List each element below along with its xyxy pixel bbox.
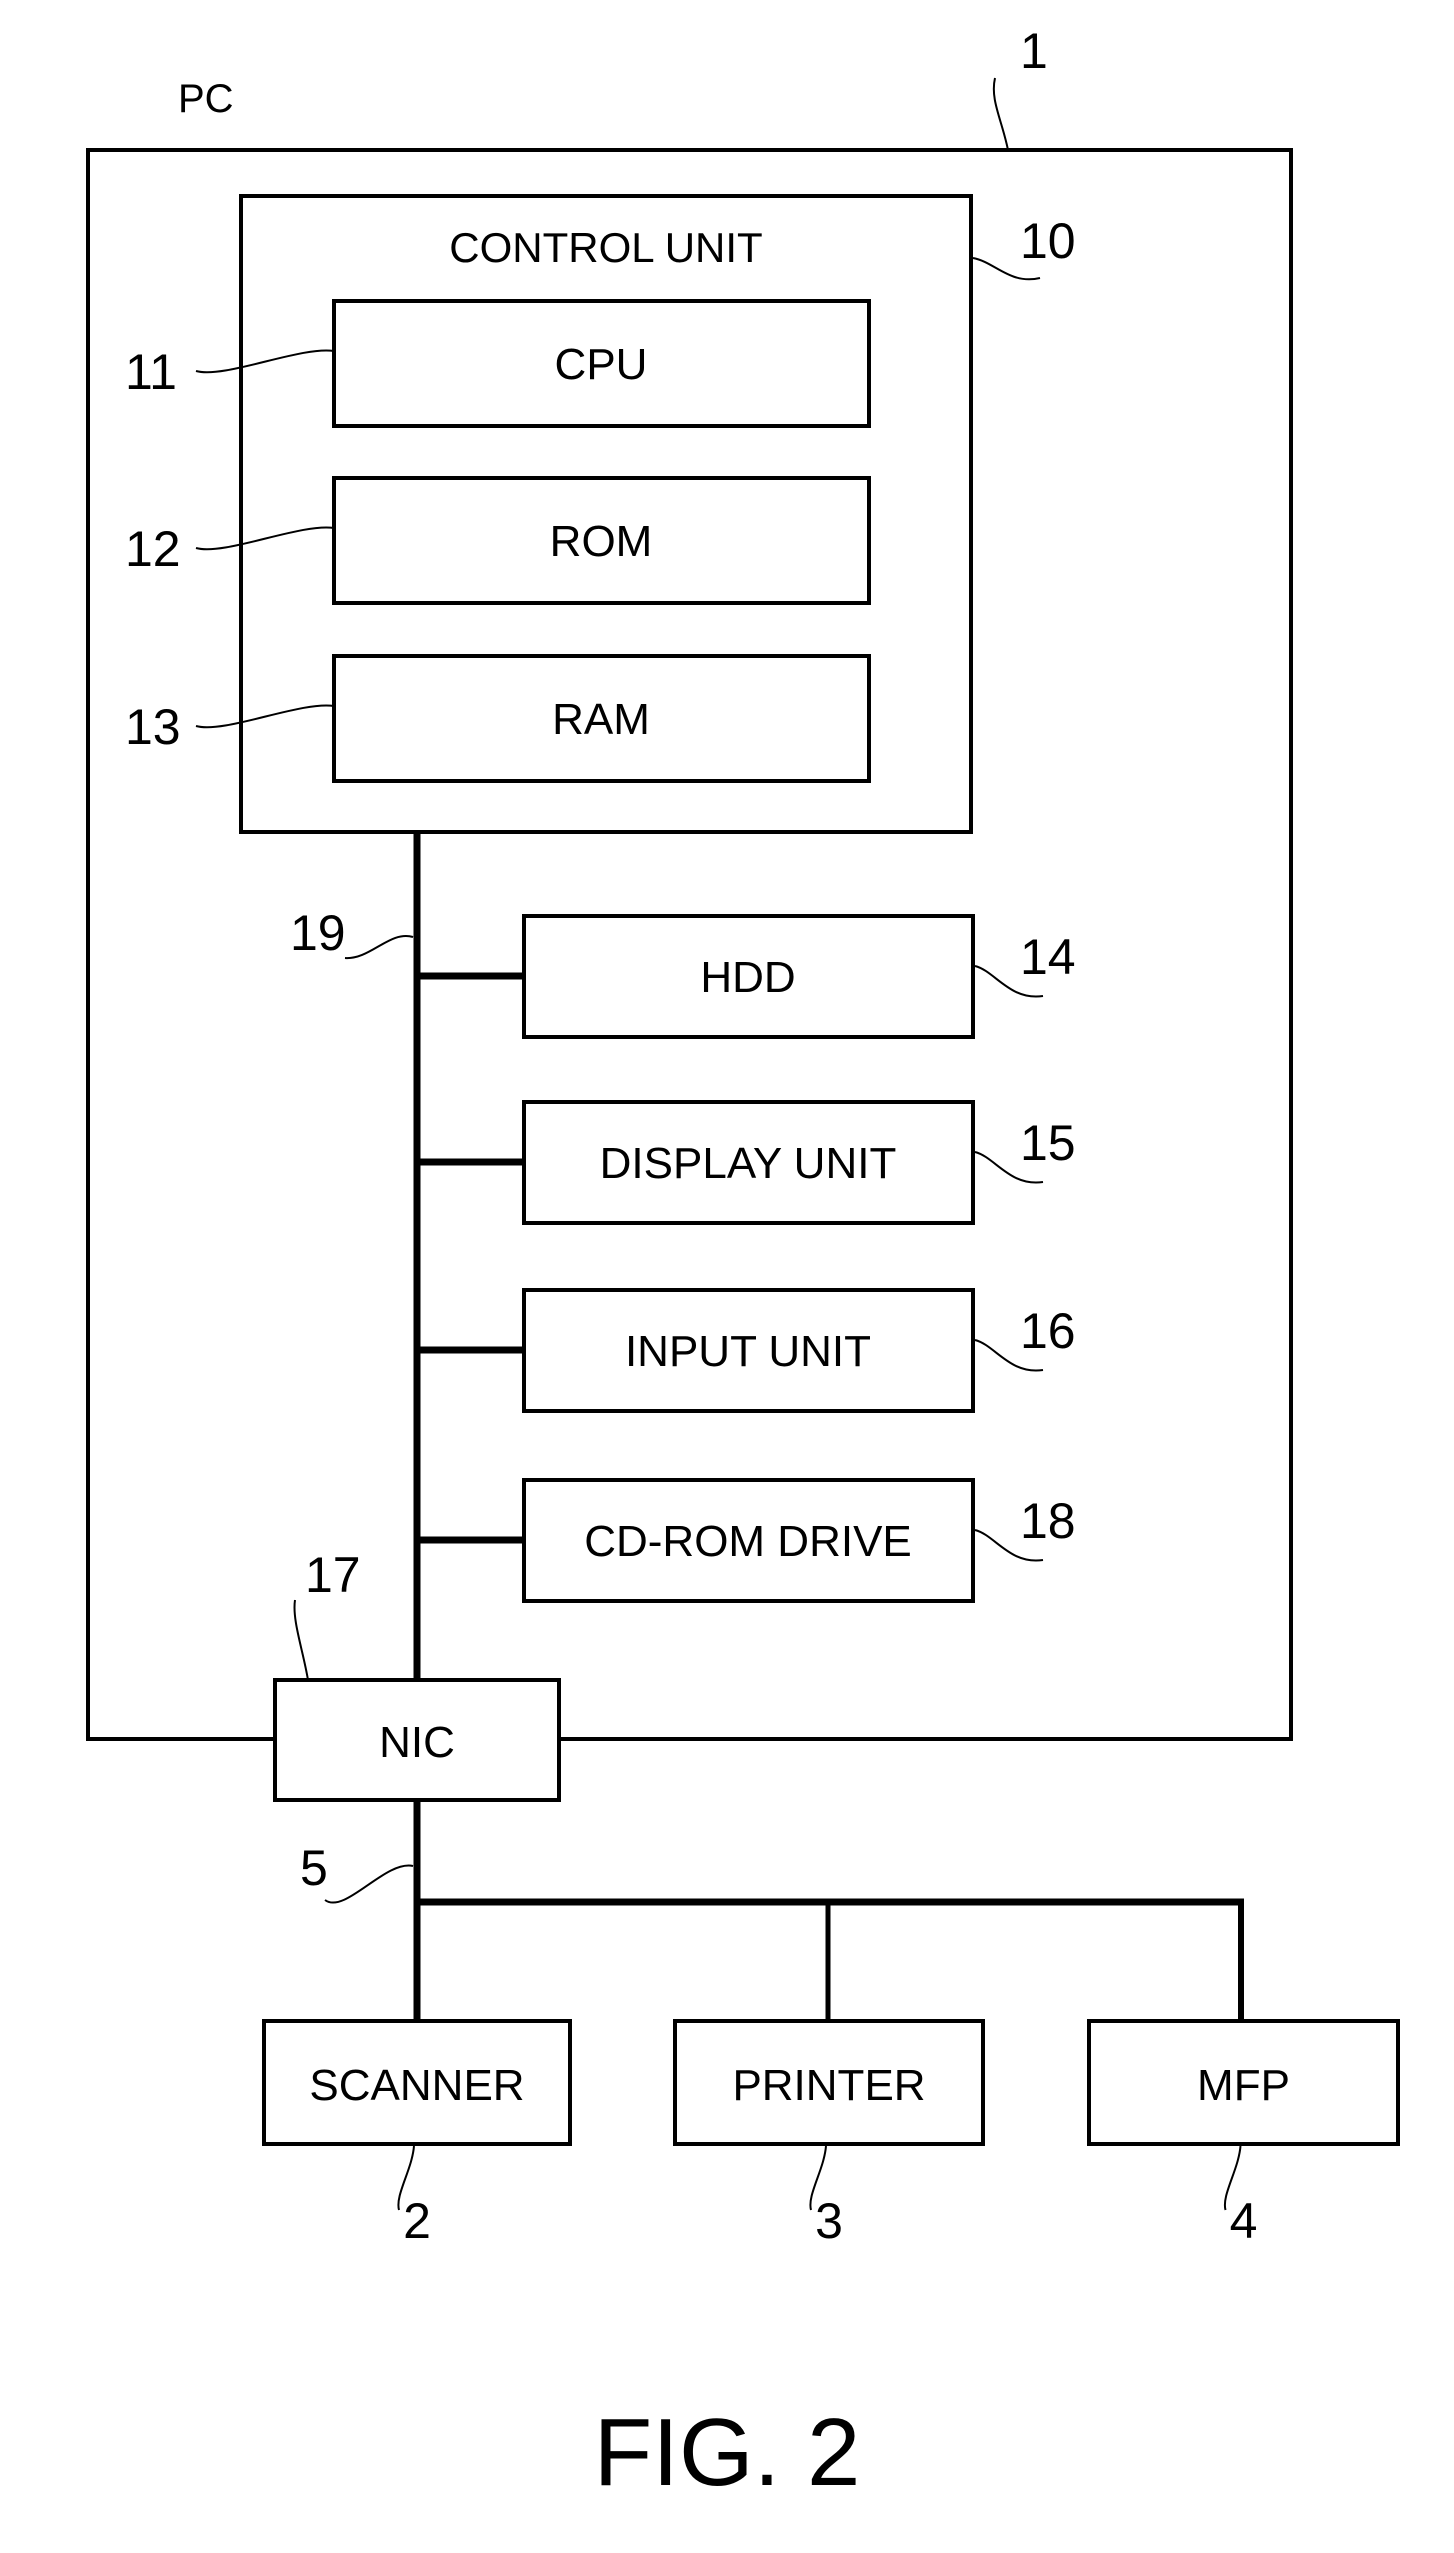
cpu-label: CPU [555, 340, 648, 389]
scanner-label: SCANNER [309, 2061, 524, 2110]
pc-label: PC [178, 77, 234, 121]
network-ref: 5 [300, 1840, 328, 1896]
cpu-ref: 11 [125, 344, 177, 400]
mfp-label: MFP [1197, 2061, 1290, 2110]
hdd-ref: 14 [1020, 929, 1076, 985]
display-unit-label: DISPLAY UNIT [600, 1139, 897, 1188]
rom-label: ROM [550, 517, 653, 566]
input-unit-label: INPUT UNIT [625, 1327, 871, 1376]
figure-caption: FIG. 2 [594, 2399, 861, 2506]
cd-rom-drive-label: CD-ROM DRIVE [584, 1517, 912, 1566]
control-unit-ref: 10 [1020, 213, 1076, 269]
bus-ref: 19 [290, 905, 346, 961]
nic-ref: 17 [305, 1547, 361, 1603]
hdd-label: HDD [700, 953, 795, 1002]
ram-label: RAM [552, 695, 650, 744]
display-unit-ref: 15 [1020, 1115, 1076, 1171]
cd-rom-drive-ref: 18 [1020, 1493, 1076, 1549]
pc-ref-leader [992, 77, 1009, 151]
nic-label: NIC [379, 1718, 455, 1767]
system-block-diagram: PC 1 CONTROL UNIT 10 CPU11ROM12RAM13 19 … [86, 23, 1400, 2506]
control-unit-label: CONTROL UNIT [449, 224, 762, 271]
mfp-ref: 4 [1230, 2193, 1258, 2249]
rom-ref: 12 [125, 521, 181, 577]
pc-ref: 1 [1020, 23, 1048, 79]
input-unit-ref: 16 [1020, 1303, 1076, 1359]
scanner-ref: 2 [403, 2193, 431, 2249]
printer-label: PRINTER [732, 2061, 925, 2110]
network-ref-leader [324, 1864, 414, 1904]
printer-ref: 3 [815, 2193, 843, 2249]
ram-ref: 13 [125, 699, 181, 755]
